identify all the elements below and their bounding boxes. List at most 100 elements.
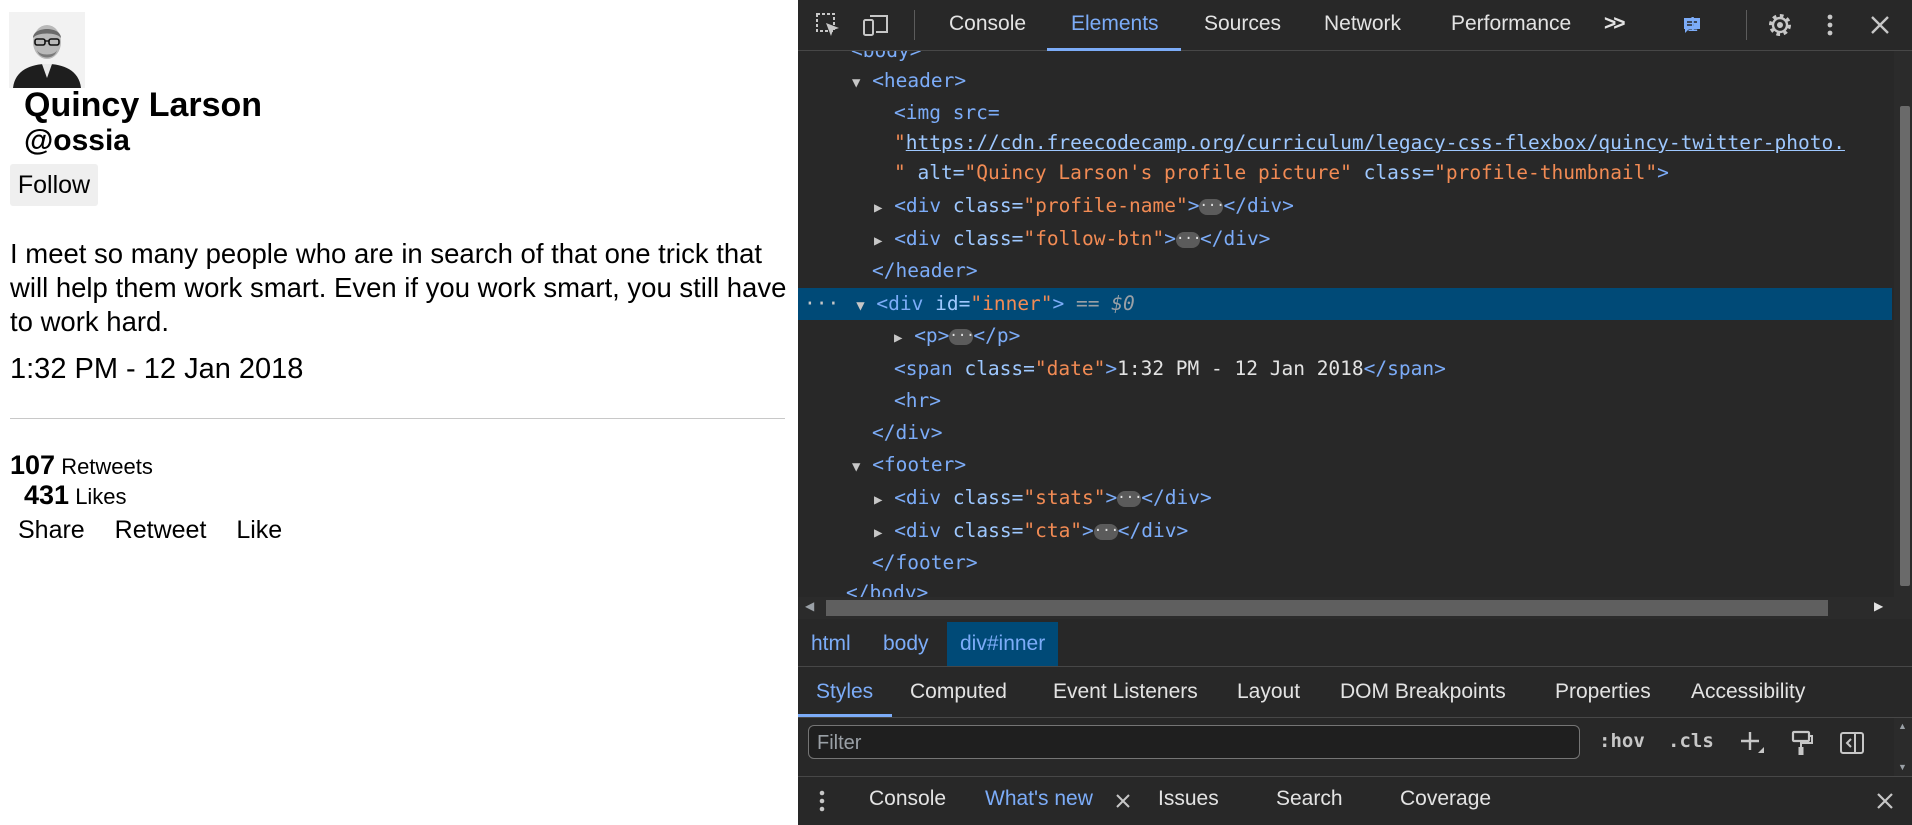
- collapse-triangle-icon[interactable]: ▶: [798, 330, 902, 346]
- tab-styles[interactable]: Styles: [816, 680, 873, 704]
- horizontal-scroll-thumb[interactable]: [826, 600, 1828, 616]
- retweets-count: 107: [10, 450, 56, 480]
- tab-network[interactable]: Network: [1324, 12, 1401, 36]
- breadcrumb-body[interactable]: body: [870, 622, 942, 666]
- styles-filter-input[interactable]: Filter: [808, 725, 1580, 759]
- devtools-toolbar: Console Elements Sources Network Perform…: [798, 0, 1912, 51]
- rendered-page: Quincy Larson @ossia Follow I meet so ma…: [0, 0, 798, 824]
- styles-tabbar: Styles Computed Event Listeners Layout D…: [798, 667, 1912, 718]
- tab-performance[interactable]: Performance: [1451, 12, 1571, 36]
- close-whats-new-icon[interactable]: [1114, 792, 1132, 810]
- messages-count[interactable]: 1: [1687, 14, 1698, 37]
- drawer-tab-coverage[interactable]: Coverage: [1400, 787, 1491, 811]
- more-options-icon[interactable]: [1816, 11, 1844, 39]
- dom-node-img[interactable]: <img src=: [798, 97, 1892, 129]
- drawer-tab-whats-new[interactable]: What's new: [985, 787, 1093, 811]
- scroll-up-icon[interactable]: ▲: [1898, 721, 1907, 731]
- dom-node-footer[interactable]: ▼ <footer>: [798, 449, 1892, 481]
- settings-gear-icon[interactable]: [1766, 11, 1794, 39]
- like-button[interactable]: Like: [236, 516, 282, 544]
- hov-toggle[interactable]: :hov: [1599, 730, 1645, 752]
- scroll-right-icon[interactable]: ▶: [1874, 599, 1883, 613]
- tab-properties[interactable]: Properties: [1555, 680, 1651, 704]
- devtools-panel: Console Elements Sources Network Perform…: [798, 0, 1912, 825]
- cls-toggle[interactable]: .cls: [1668, 730, 1714, 752]
- drawer-tab-issues[interactable]: Issues: [1158, 787, 1219, 811]
- tab-event-listeners[interactable]: Event Listeners: [1053, 680, 1198, 704]
- vertical-scrollbar[interactable]: [1894, 51, 1912, 597]
- tweet-date: 1:32 PM - 12 Jan 2018: [10, 353, 304, 385]
- ellipsis-badge[interactable]: ···: [1199, 198, 1225, 215]
- new-style-rule-icon[interactable]: [1738, 729, 1766, 757]
- paint-brush-icon[interactable]: [1788, 729, 1816, 757]
- tweet-text: I meet so many people who are in search …: [10, 238, 787, 337]
- tab-layout[interactable]: Layout: [1237, 680, 1300, 704]
- profile-name: Quincy Larson: [24, 86, 263, 124]
- dom-node-header[interactable]: ▼ <header>: [798, 65, 1892, 97]
- dom-node-img-attrs[interactable]: " alt="Quincy Larson's profile picture" …: [798, 157, 1892, 189]
- scroll-down-icon[interactable]: ▼: [1898, 762, 1907, 772]
- ellipsis-badge[interactable]: ···: [1117, 490, 1143, 507]
- collapse-triangle-icon[interactable]: ▶: [798, 233, 882, 249]
- dom-node-body-close[interactable]: </body>: [798, 577, 1892, 597]
- scroll-left-icon[interactable]: ◀: [805, 599, 814, 613]
- dom-node-div-close[interactable]: </div>: [798, 417, 1892, 449]
- dom-node-footer-close[interactable]: </footer>: [798, 547, 1892, 579]
- drawer-menu-icon[interactable]: [816, 787, 828, 815]
- collapse-triangle-icon[interactable]: ▶: [798, 525, 882, 541]
- dom-node-header-close[interactable]: </header>: [798, 255, 1892, 287]
- cta-row: Share Retweet Like: [18, 516, 305, 545]
- devtools-drawer: Console What's new Issues Search Coverag…: [798, 776, 1912, 825]
- tab-accessibility[interactable]: Accessibility: [1691, 680, 1805, 704]
- toggle-sidebar-icon[interactable]: [1838, 729, 1866, 757]
- likes-label: Likes: [75, 484, 127, 509]
- dom-node-img-src[interactable]: "https://cdn.freecodecamp.org/curriculum…: [798, 127, 1892, 159]
- collapse-triangle-icon[interactable]: ▶: [798, 492, 882, 508]
- share-button[interactable]: Share: [18, 516, 85, 544]
- vertical-scroll-thumb[interactable]: [1900, 106, 1910, 586]
- tab-elements[interactable]: Elements: [1071, 12, 1159, 36]
- tab-console[interactable]: Console: [949, 12, 1026, 36]
- device-toolbar-icon[interactable]: [862, 11, 890, 39]
- drawer-tab-console[interactable]: Console: [869, 787, 946, 811]
- inspect-element-icon[interactable]: [814, 11, 842, 39]
- dom-node-hr[interactable]: <hr>: [798, 385, 1892, 417]
- ellipsis-badge[interactable]: ···: [1093, 523, 1119, 540]
- drawer-tab-search[interactable]: Search: [1276, 787, 1343, 811]
- dom-node-span-date[interactable]: <span class="date">1:32 PM - 12 Jan 2018…: [798, 353, 1892, 385]
- dom-node-p[interactable]: ▶ <p>···</p>: [798, 320, 1892, 352]
- expand-triangle-icon[interactable]: ▼: [798, 459, 860, 475]
- active-tab-indicator: [798, 714, 892, 717]
- likes-count: 431: [24, 480, 70, 510]
- breadcrumb-div-inner[interactable]: div#inner: [947, 622, 1059, 666]
- dom-node-div-inner-selected[interactable]: ··· ▼ <div id="inner"> == $0: [798, 288, 1892, 320]
- toolbar-separator: [914, 10, 915, 40]
- horizontal-scrollbar[interactable]: ◀ ▶: [798, 597, 1912, 619]
- retweet-button[interactable]: Retweet: [115, 516, 207, 544]
- retweets-label: Retweets: [61, 454, 153, 479]
- tab-sources[interactable]: Sources: [1204, 12, 1281, 36]
- dom-node-cta[interactable]: ▶ <div class="cta">···</div>: [798, 515, 1892, 547]
- breadcrumb-html[interactable]: html: [798, 622, 864, 666]
- toolbar-separator: [1746, 10, 1747, 40]
- expand-triangle-icon[interactable]: ▼: [839, 298, 864, 314]
- retweets-stat: 107 Retweets: [10, 450, 153, 481]
- node-actions-icon[interactable]: ···: [798, 292, 839, 315]
- img-src-link[interactable]: https://cdn.freecodecamp.org/curriculum/…: [906, 131, 1845, 154]
- close-devtools-icon[interactable]: [1866, 11, 1894, 39]
- dom-tree[interactable]: <body> ▼ <header> <img src= "https://cdn…: [798, 51, 1892, 597]
- dom-node-stats[interactable]: ▶ <div class="stats">···</div>: [798, 482, 1892, 514]
- dom-node-follow-btn[interactable]: ▶ <div class="follow-btn">···</div>: [798, 223, 1892, 255]
- collapse-triangle-icon[interactable]: ▶: [798, 200, 882, 216]
- tab-dom-breakpoints[interactable]: DOM Breakpoints: [1340, 680, 1506, 704]
- close-drawer-icon[interactable]: [1874, 790, 1896, 812]
- more-tabs-icon[interactable]: >>: [1604, 12, 1625, 36]
- follow-button[interactable]: Follow: [10, 164, 98, 206]
- dom-node-profile-name[interactable]: ▶ <div class="profile-name">···</div>: [798, 190, 1892, 222]
- expand-triangle-icon[interactable]: ▼: [798, 75, 860, 91]
- ellipsis-badge[interactable]: ···: [949, 328, 975, 345]
- tab-computed[interactable]: Computed: [910, 680, 1007, 704]
- styles-scrollbar[interactable]: ▲ ▼: [1894, 718, 1912, 776]
- ellipsis-badge[interactable]: ···: [1175, 231, 1201, 248]
- profile-thumbnail: [9, 12, 85, 88]
